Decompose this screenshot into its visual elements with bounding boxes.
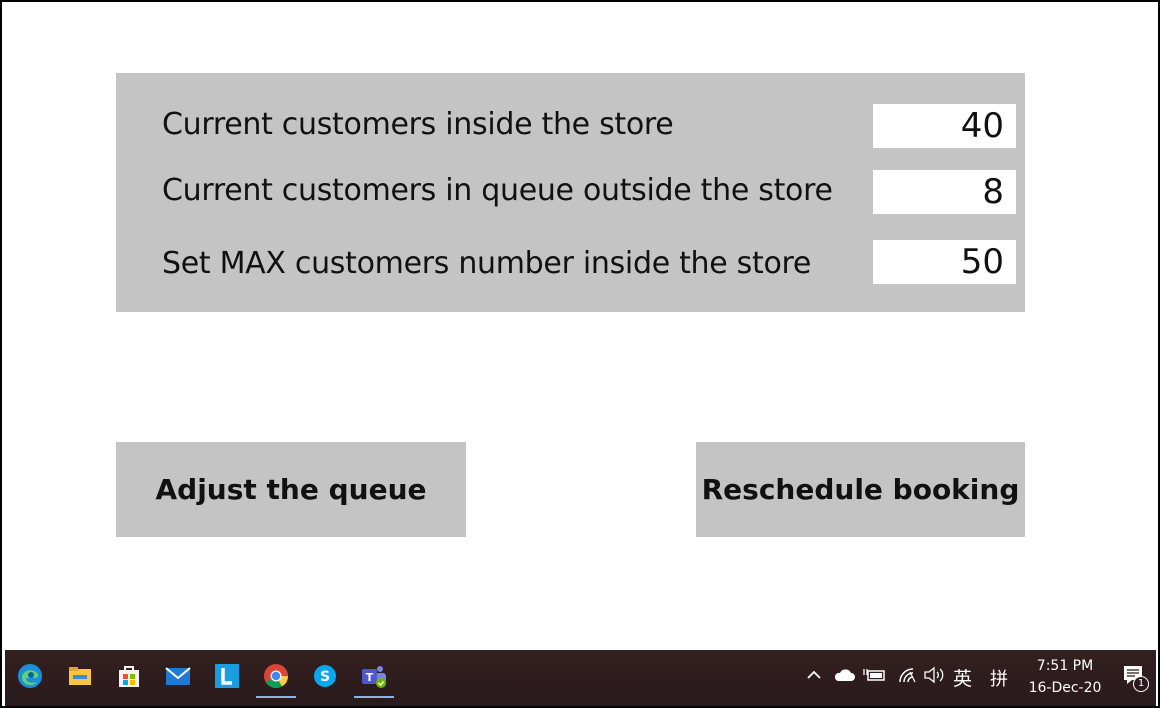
show-hidden-icons-chevron-icon[interactable]: [805, 666, 823, 689]
queue-customers-field[interactable]: 8: [873, 170, 1016, 214]
svg-text:S: S: [320, 669, 330, 685]
store-icon[interactable]: [115, 662, 143, 690]
max-customers-label: Set MAX customers number inside the stor…: [162, 246, 812, 281]
screen-frame: Current customers inside the store 40 Cu…: [0, 0, 1160, 708]
taskbar: S T 英 拼 7:51 PM 16-Dec-20 1: [5, 650, 1156, 706]
active-app-indicator: [354, 696, 394, 698]
active-app-indicator: [256, 696, 296, 698]
edge-icon[interactable]: [16, 662, 44, 690]
skype-icon[interactable]: S: [311, 662, 339, 690]
battery-icon[interactable]: [863, 666, 887, 689]
queue-customers-label: Current customers in queue outside the s…: [162, 173, 833, 208]
current-customers-field[interactable]: 40: [873, 104, 1016, 148]
ime-mode-indicator[interactable]: 拼: [990, 665, 1008, 691]
ime-language-indicator[interactable]: 英: [953, 664, 972, 691]
svg-text:T: T: [366, 671, 374, 684]
notification-center-icon[interactable]: 1: [1122, 664, 1149, 695]
notification-count-badge: 1: [1133, 676, 1149, 692]
app-window: Current customers inside the store 40 Cu…: [5, 2, 1156, 650]
l-app-icon[interactable]: [213, 662, 241, 690]
wifi-icon[interactable]: [897, 666, 919, 689]
reschedule-booking-button[interactable]: Reschedule booking: [696, 442, 1025, 537]
current-customers-label: Current customers inside the store: [162, 107, 674, 142]
file-explorer-icon[interactable]: [66, 662, 94, 690]
store-status-panel: Current customers inside the store 40 Cu…: [116, 73, 1025, 312]
max-customers-field[interactable]: 50: [873, 240, 1016, 284]
chrome-icon[interactable]: [256, 662, 296, 698]
onedrive-cloud-icon[interactable]: [833, 667, 855, 688]
adjust-queue-button[interactable]: Adjust the queue: [116, 442, 466, 537]
clock-date: 16-Dec-20: [1028, 680, 1102, 696]
mail-icon[interactable]: [164, 662, 192, 690]
volume-icon[interactable]: [923, 666, 947, 689]
clock-time: 7:51 PM: [1036, 658, 1094, 674]
teams-icon[interactable]: T: [354, 662, 394, 698]
clock[interactable]: 7:51 PM 16-Dec-20: [1025, 655, 1105, 699]
